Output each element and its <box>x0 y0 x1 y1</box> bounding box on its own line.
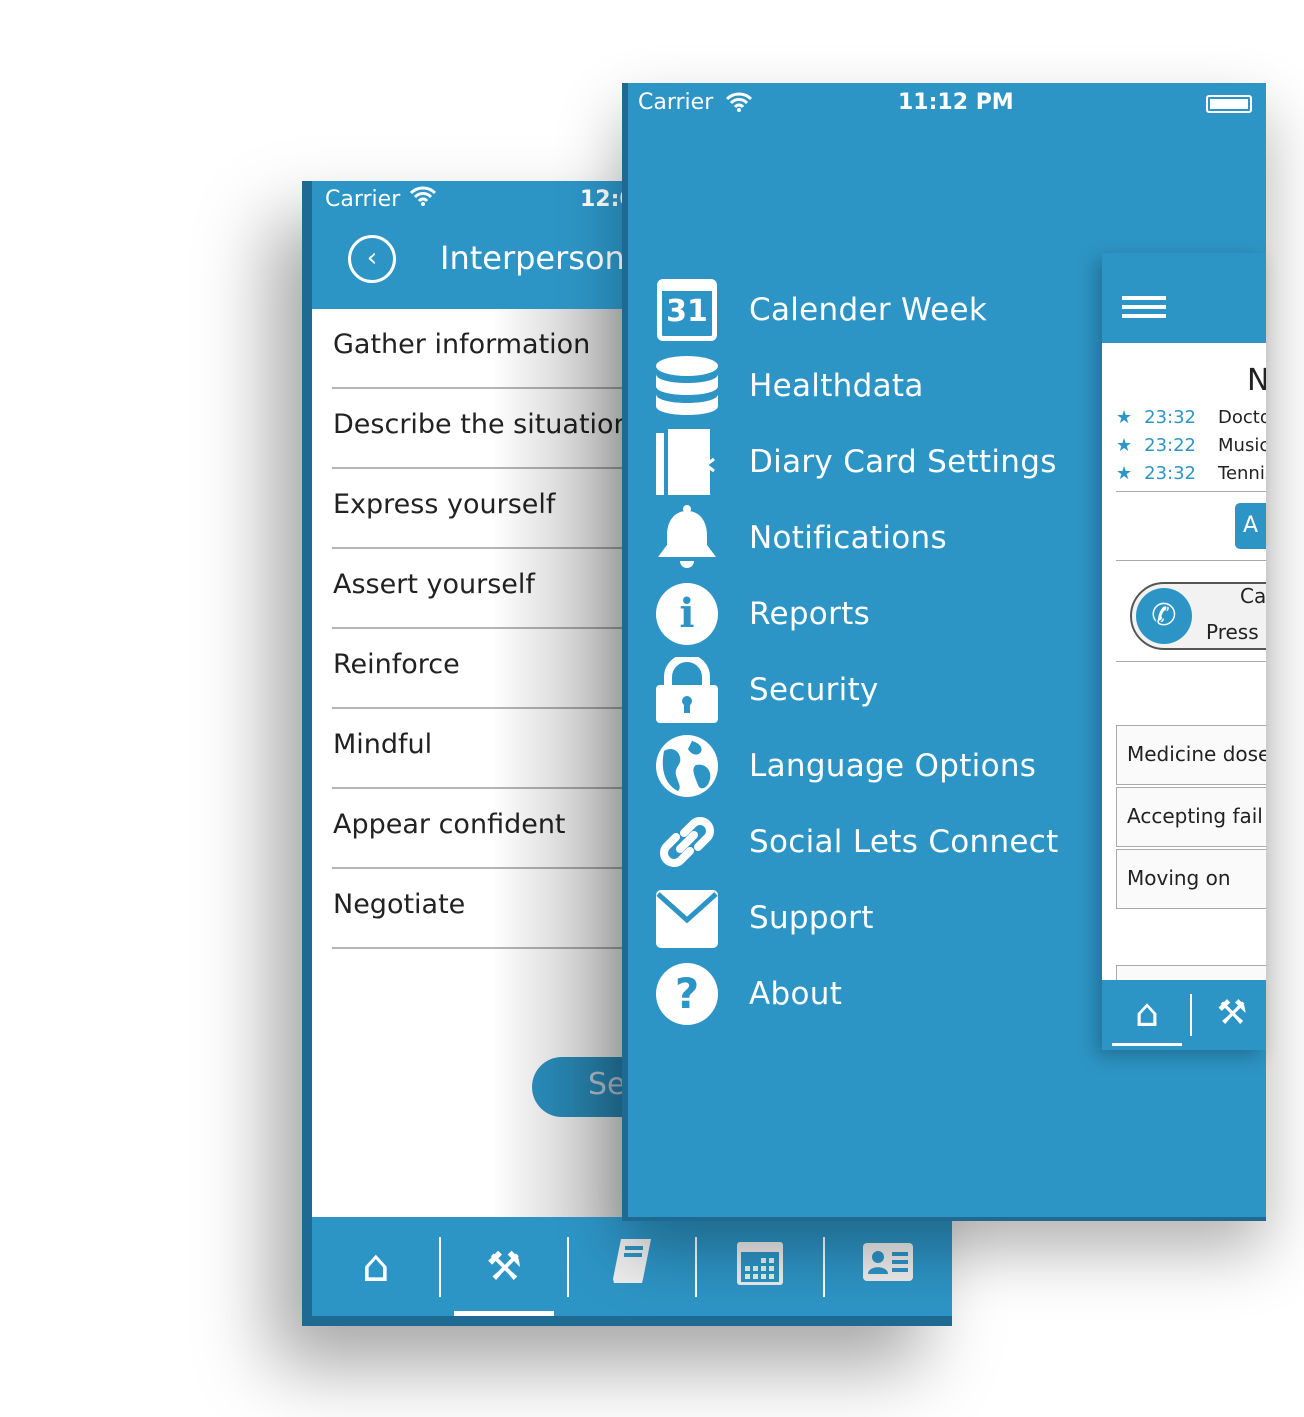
calendar-icon <box>736 1236 784 1297</box>
bell-icon <box>656 505 718 569</box>
divider <box>1190 994 1192 1036</box>
divider <box>1116 661 1266 662</box>
menu-label: Reports <box>749 596 871 632</box>
menu-item-calender-week[interactable]: 31 Calender Week <box>656 275 987 345</box>
section-title: N <box>1247 363 1266 398</box>
menu-item-healthdata[interactable]: Healthdata <box>656 351 924 421</box>
active-tab-indicator <box>454 1311 554 1316</box>
tab-home[interactable]: ⌂ <box>1112 980 1182 1046</box>
tab-tools[interactable]: ⚒ <box>440 1217 568 1316</box>
carrier-label: Carrier <box>638 90 714 115</box>
call-subtitle: Press e <box>1206 620 1266 644</box>
tab-book[interactable] <box>568 1217 696 1316</box>
contact-card-icon <box>863 1241 913 1292</box>
divider <box>1116 560 1266 561</box>
battery-icon <box>1206 95 1252 113</box>
star-icon: ★ <box>1116 407 1133 428</box>
tab-bar: ⌂ ⚒ <box>1102 980 1266 1050</box>
question-icon: ? <box>656 963 718 1025</box>
tools-icon: ⚒ <box>1216 993 1248 1033</box>
home-icon: ⌂ <box>1134 991 1160 1035</box>
wifi-icon <box>409 185 437 213</box>
hamburger-menu-icon[interactable] <box>1122 296 1166 318</box>
database-icon <box>656 355 718 417</box>
star-icon: ★ <box>1116 463 1133 484</box>
tools-icon: ⚒ <box>486 1243 522 1290</box>
tab-contacts[interactable] <box>824 1217 952 1316</box>
tab-home[interactable]: ⌂ <box>312 1217 440 1316</box>
menu-label: About <box>749 976 843 1012</box>
tab-calendar[interactable] <box>696 1217 824 1316</box>
home-icon: ⌂ <box>362 1241 390 1292</box>
status-time: 11:12 PM <box>898 90 1014 115</box>
call-button[interactable]: ✆ Ca Press e <box>1130 582 1266 650</box>
envelope-icon <box>656 887 718 949</box>
menu-item-security[interactable]: Security <box>656 655 879 725</box>
call-title: Ca <box>1240 584 1266 608</box>
menu-label: Calender Week <box>749 292 988 328</box>
header-bar <box>1102 253 1266 343</box>
event-row[interactable]: ★ 23:32 Docto <box>1116 407 1266 428</box>
lock-icon <box>656 657 718 723</box>
menu-item-notifications[interactable]: Notifications <box>656 503 947 573</box>
menu-label: Healthdata <box>749 368 924 404</box>
menu-item-about[interactable]: ? About <box>656 959 842 1029</box>
menu-item-social-lets-connect[interactable]: Social Lets Connect <box>656 807 1059 877</box>
menu-label: Diary Card Settings <box>749 444 1057 480</box>
calendar-31-icon: 31 <box>656 279 718 341</box>
menu-label: Language Options <box>749 748 1037 784</box>
add-button[interactable]: A <box>1235 503 1266 549</box>
event-row[interactable]: ★23:32Tennis <box>1116 463 1266 484</box>
back-button[interactable]: ‹ <box>348 235 396 283</box>
menu-label: Social Lets Connect <box>749 824 1059 860</box>
shadow <box>492 309 632 1217</box>
menu-label: Notifications <box>749 520 947 556</box>
link-icon <box>656 811 718 873</box>
wifi-icon <box>725 91 753 117</box>
divider <box>1116 491 1266 492</box>
globe-icon <box>656 735 718 797</box>
star-icon: ★ <box>1116 435 1133 456</box>
info-icon: i <box>656 583 718 645</box>
menu-label: Security <box>749 672 879 708</box>
tab-tools[interactable]: ⚒ <box>1202 980 1262 1046</box>
skill-box[interactable]: Accepting fail <box>1116 787 1266 847</box>
skill-box[interactable]: Moving on <box>1116 849 1266 909</box>
phone-icon: ✆ <box>1136 588 1192 644</box>
carrier-label: Carrier <box>325 187 401 212</box>
event-row[interactable]: ★ 23:22 Music <box>1116 435 1266 456</box>
book-icon <box>609 1237 655 1296</box>
menu-item-reports[interactable]: i Reports <box>656 579 870 649</box>
tab-bar: ⌂ ⚒ <box>312 1217 952 1316</box>
menu-label: Support <box>749 900 874 936</box>
home-screen-peek: N ★23:32Docto ★23:22Music ★23:32Tennis A… <box>1102 253 1266 1050</box>
skill-box[interactable]: Medicine dose <box>1116 725 1266 785</box>
diary-icon <box>656 429 718 495</box>
menu-item-language-options[interactable]: Language Options <box>656 731 1036 801</box>
menu-item-diary-card-settings[interactable]: Diary Card Settings <box>656 427 1057 497</box>
menu-item-support[interactable]: Support <box>656 883 874 953</box>
